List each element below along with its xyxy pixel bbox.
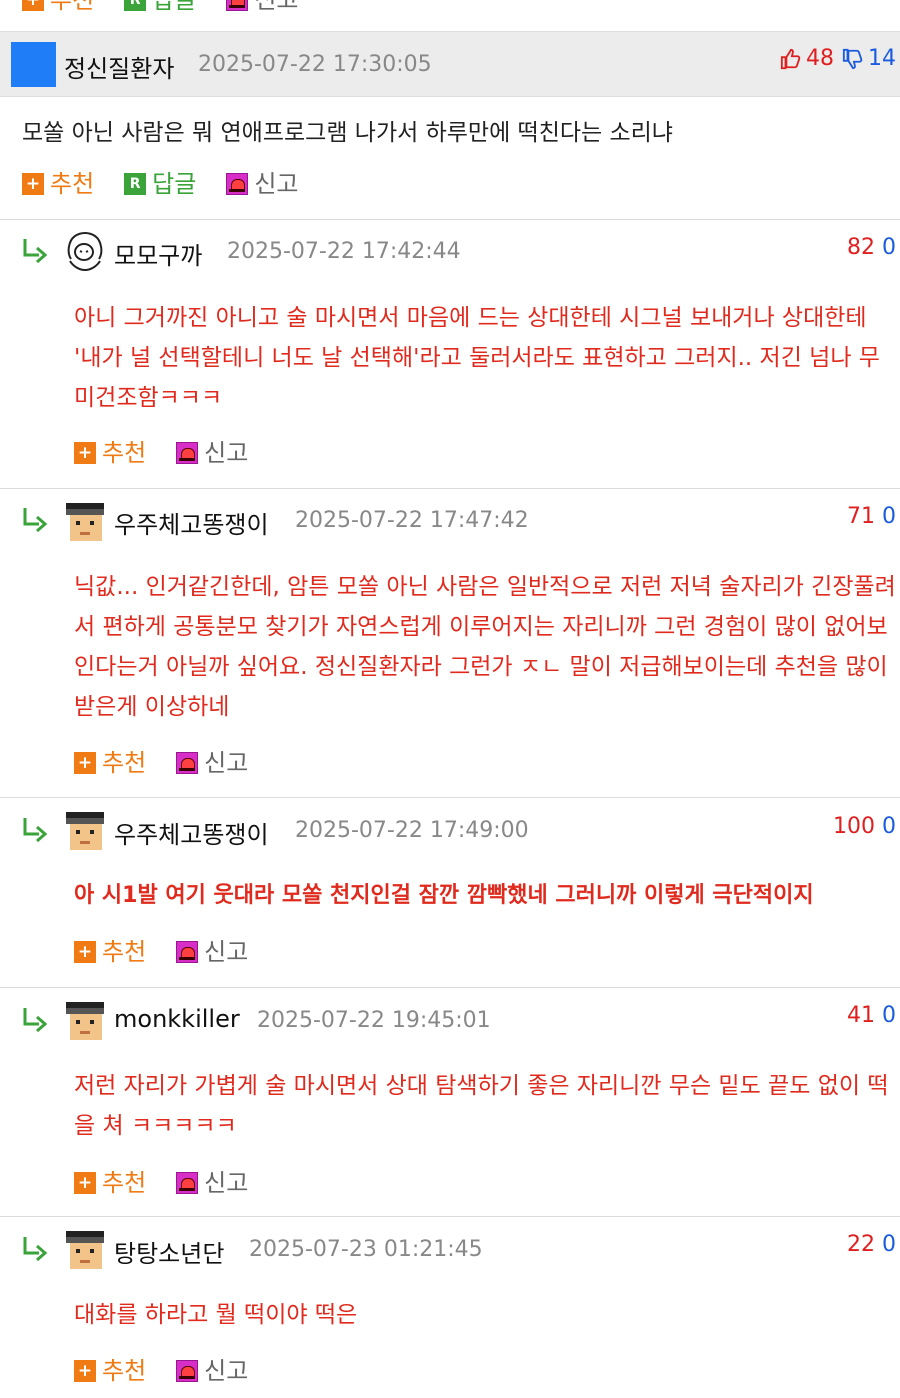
recommend-button[interactable]: + 추천 bbox=[74, 1359, 146, 1383]
reply-arrow-icon bbox=[23, 1237, 48, 1262]
divider bbox=[0, 219, 900, 220]
comment-timestamp: 2025-07-22 17:42:44 bbox=[227, 239, 461, 264]
comment-timestamp: 2025-07-23 01:21:45 bbox=[249, 1237, 483, 1262]
divider bbox=[0, 987, 900, 988]
comment-username[interactable]: 탕탕소년단 bbox=[114, 1234, 224, 1269]
recommend-button[interactable]: + 추천 bbox=[74, 441, 146, 465]
siren-icon bbox=[176, 941, 199, 963]
divider bbox=[0, 1216, 900, 1217]
downvote-count: 0 bbox=[882, 504, 896, 529]
avatar[interactable] bbox=[11, 42, 56, 87]
comment-body: 닉값... 인거같긴한데, 암튼 모쏠 아닌 사람은 일반적으로 저런 저녁 술… bbox=[74, 574, 896, 720]
comment-username[interactable]: 우주체고똥쟁이 bbox=[114, 505, 269, 540]
comment-votes: 71 0 bbox=[847, 504, 896, 529]
post-header: 정신질환자 2025-07-22 17:30:05 48 14 bbox=[0, 31, 900, 97]
siren-icon bbox=[226, 0, 249, 11]
avatar[interactable] bbox=[62, 1227, 107, 1272]
reply-button[interactable]: R 답글 bbox=[124, 172, 196, 196]
siren-icon bbox=[176, 1360, 199, 1382]
recommend-button[interactable]: + 추천 bbox=[74, 751, 146, 775]
recommend-button[interactable]: + 추천 bbox=[74, 940, 146, 964]
downvote-count: 0 bbox=[882, 235, 896, 260]
comment-body: 저런 자리가 가볍게 술 마시면서 상대 탐색하기 좋은 자리니깐 무슨 밑도 … bbox=[74, 1073, 889, 1139]
post-votes: 48 14 bbox=[780, 46, 896, 71]
downvote-count: 14 bbox=[868, 46, 896, 71]
recommend-button[interactable]: + 추천 bbox=[22, 0, 94, 12]
upvote-count: 71 bbox=[847, 504, 875, 529]
reply-arrow-icon bbox=[23, 239, 48, 264]
downvote-count: 0 bbox=[882, 1003, 896, 1028]
reply-arrow-icon bbox=[23, 818, 48, 843]
comment-body: 아니 그거까진 아니고 술 마시면서 마음에 드는 상대한테 시그널 보내거나 … bbox=[74, 305, 880, 411]
reply-icon: R bbox=[124, 173, 147, 195]
comment-username[interactable]: monkkiller bbox=[114, 1005, 240, 1033]
report-button[interactable]: 신고 bbox=[176, 441, 248, 465]
post-body: 모쏠 아닌 사람은 뭐 연애프로그램 나가서 하루만에 떡친다는 소리냐 bbox=[22, 120, 673, 146]
upvote-count: 48 bbox=[806, 46, 834, 71]
upvote-count: 41 bbox=[847, 1003, 875, 1028]
comment-timestamp: 2025-07-22 19:45:01 bbox=[257, 1008, 491, 1033]
reply-icon: R bbox=[124, 0, 147, 11]
plus-icon: + bbox=[74, 752, 96, 774]
comment-username[interactable]: 우주체고똥쟁이 bbox=[114, 815, 269, 850]
avatar[interactable] bbox=[62, 998, 107, 1043]
plus-icon: + bbox=[74, 442, 96, 464]
plus-icon: + bbox=[74, 1172, 96, 1194]
report-button[interactable]: 신고 bbox=[176, 1359, 248, 1383]
report-button[interactable]: 신고 bbox=[176, 1171, 248, 1195]
comment-timestamp: 2025-07-22 17:47:42 bbox=[295, 508, 529, 533]
upvote-count: 22 bbox=[847, 1232, 875, 1257]
avatar[interactable] bbox=[62, 229, 107, 274]
comment-votes: 100 0 bbox=[833, 814, 896, 839]
report-button[interactable]: 신고 bbox=[176, 940, 248, 964]
siren-icon bbox=[176, 752, 199, 774]
reply-arrow-icon bbox=[23, 1008, 48, 1033]
comment-actions: + 추천 신고 bbox=[74, 1171, 278, 1195]
comment-actions: + 추천 신고 bbox=[74, 441, 278, 465]
comment-votes: 41 0 bbox=[847, 1003, 896, 1028]
comment-actions: + 추천 신고 bbox=[74, 940, 278, 964]
comment-username[interactable]: 모모구까 bbox=[114, 236, 202, 271]
report-button[interactable]: 신고 bbox=[226, 172, 299, 196]
report-button[interactable]: 신고 bbox=[226, 0, 299, 12]
plus-icon: + bbox=[22, 173, 44, 195]
siren-icon bbox=[226, 173, 249, 195]
plus-icon: + bbox=[74, 941, 96, 963]
report-button[interactable]: 신고 bbox=[176, 751, 248, 775]
plus-icon: + bbox=[74, 1360, 96, 1382]
recommend-button[interactable]: + 추천 bbox=[74, 1171, 146, 1195]
previous-actions-row: + 추천 R 답글 신고 bbox=[22, 0, 329, 14]
recommend-button[interactable]: + 추천 bbox=[22, 172, 94, 196]
post-username[interactable]: 정신질환자 bbox=[64, 49, 174, 84]
siren-icon bbox=[176, 442, 199, 464]
divider bbox=[0, 488, 900, 489]
thumbs-up-icon[interactable] bbox=[780, 48, 802, 70]
reply-button[interactable]: R 답글 bbox=[124, 0, 196, 12]
post-actions: + 추천 R 답글 신고 bbox=[22, 172, 329, 196]
comment-actions: + 추천 신고 bbox=[74, 751, 278, 775]
upvote-count: 82 bbox=[847, 235, 875, 260]
comment-votes: 82 0 bbox=[847, 235, 896, 260]
plus-icon: + bbox=[22, 0, 44, 11]
comment-timestamp: 2025-07-22 17:49:00 bbox=[295, 818, 529, 843]
reply-arrow-icon bbox=[23, 508, 48, 533]
comment-page: + 추천 R 답글 신고 정신질환자 2025-07-22 17:30:05 4… bbox=[0, 0, 900, 1398]
thumbs-down-icon[interactable] bbox=[842, 48, 864, 70]
siren-icon bbox=[176, 1172, 199, 1194]
comment-body: 아 시1발 여기 웃대라 모쏠 천지인걸 잠깐 깜빡했네 그러니까 이렇게 극단… bbox=[74, 883, 814, 908]
comment-votes: 22 0 bbox=[847, 1232, 896, 1257]
downvote-count: 0 bbox=[882, 814, 896, 839]
upvote-count: 100 bbox=[833, 814, 875, 839]
comment-actions: + 추천 신고 bbox=[74, 1359, 278, 1383]
divider bbox=[0, 797, 900, 798]
comment-body: 대화를 하라고 뭘 떡이야 떡은 bbox=[74, 1302, 358, 1328]
avatar[interactable] bbox=[62, 499, 107, 544]
downvote-count: 0 bbox=[882, 1232, 896, 1257]
post-timestamp: 2025-07-22 17:30:05 bbox=[198, 52, 432, 77]
avatar[interactable] bbox=[62, 808, 107, 853]
